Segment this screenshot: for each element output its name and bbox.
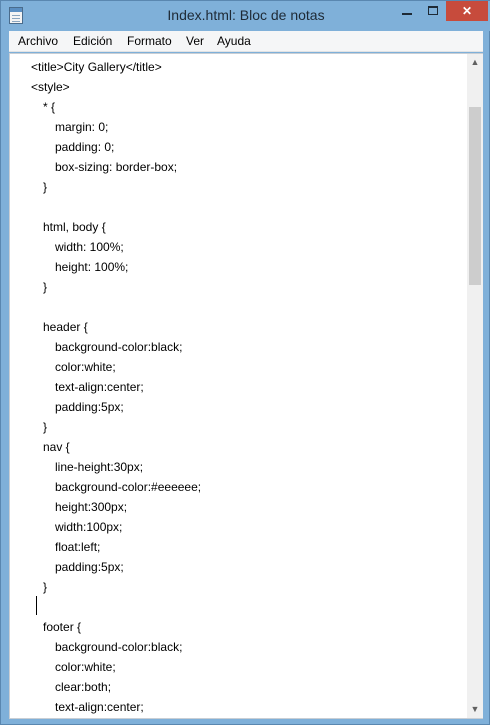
text-caret [36,596,37,615]
editor-text-area[interactable]: <title>City Gallery</title> <style> * { mar… [10,54,467,718]
scroll-thumb[interactable] [469,107,481,285]
vertical-scrollbar[interactable]: ▲ ▼ [467,54,483,718]
editor-line: line-height:30px; [55,460,144,474]
text-editor[interactable]: <title>City Gallery</title> <style> * { mar… [9,53,483,719]
close-button[interactable]: ✕ [446,1,488,21]
editor-line: color:white; [55,660,116,674]
notepad-window: Index.html: Bloc de notas ✕ Archivo Edic… [0,0,490,725]
editor-line: <style> [31,80,70,94]
editor-line: width: 100%; [55,240,124,254]
editor-line: clear:both; [55,680,112,694]
minimize-icon [402,13,412,15]
editor-line: padding: 0; [55,140,115,154]
editor-line: float:left; [55,540,101,554]
editor-line: height:300px; [55,500,128,514]
editor-line: background-color:black; [55,340,183,354]
editor-line: } [43,180,48,194]
editor-line: box-sizing: border-box; [55,160,178,174]
editor-line: background-color:black; [55,640,183,654]
editor-line: text-align:center; [55,700,144,714]
menu-ver[interactable]: Ver [186,34,204,48]
maximize-button[interactable] [420,1,446,21]
editor-line: color:white; [55,360,116,374]
minimize-button[interactable] [394,1,420,21]
editor-line: } [43,280,48,294]
editor-line: width:100px; [55,520,123,534]
editor-line: } [43,420,48,434]
menu-bar: Archivo Edición Formato Ver Ayuda [9,31,483,52]
menu-formato[interactable]: Formato [127,34,172,48]
editor-line: <title>City Gallery</title> [31,60,162,74]
close-icon: ✕ [461,4,473,18]
editor-line: height: 100%; [55,260,129,274]
menu-edicion[interactable]: Edición [73,34,112,48]
editor-line: nav { [43,440,70,454]
editor-line: html, body { [43,220,106,234]
editor-line: margin: 0; [55,120,109,134]
maximize-icon [428,6,438,15]
editor-line: header { [43,320,88,334]
menu-archivo[interactable]: Archivo [18,34,58,48]
scroll-up-icon[interactable]: ▲ [467,54,483,71]
editor-line: padding:5px; [55,560,124,574]
editor-line: } [43,580,48,594]
editor-line: background-color:#eeeeee; [55,480,202,494]
title-bar[interactable]: Index.html: Bloc de notas ✕ [1,1,490,31]
editor-line: padding:5px; [55,400,124,414]
editor-line: text-align:center; [55,380,144,394]
editor-line: * { [43,100,56,114]
scroll-down-icon[interactable]: ▼ [467,701,483,718]
menu-ayuda[interactable]: Ayuda [217,34,251,48]
editor-line: footer { [43,620,82,634]
